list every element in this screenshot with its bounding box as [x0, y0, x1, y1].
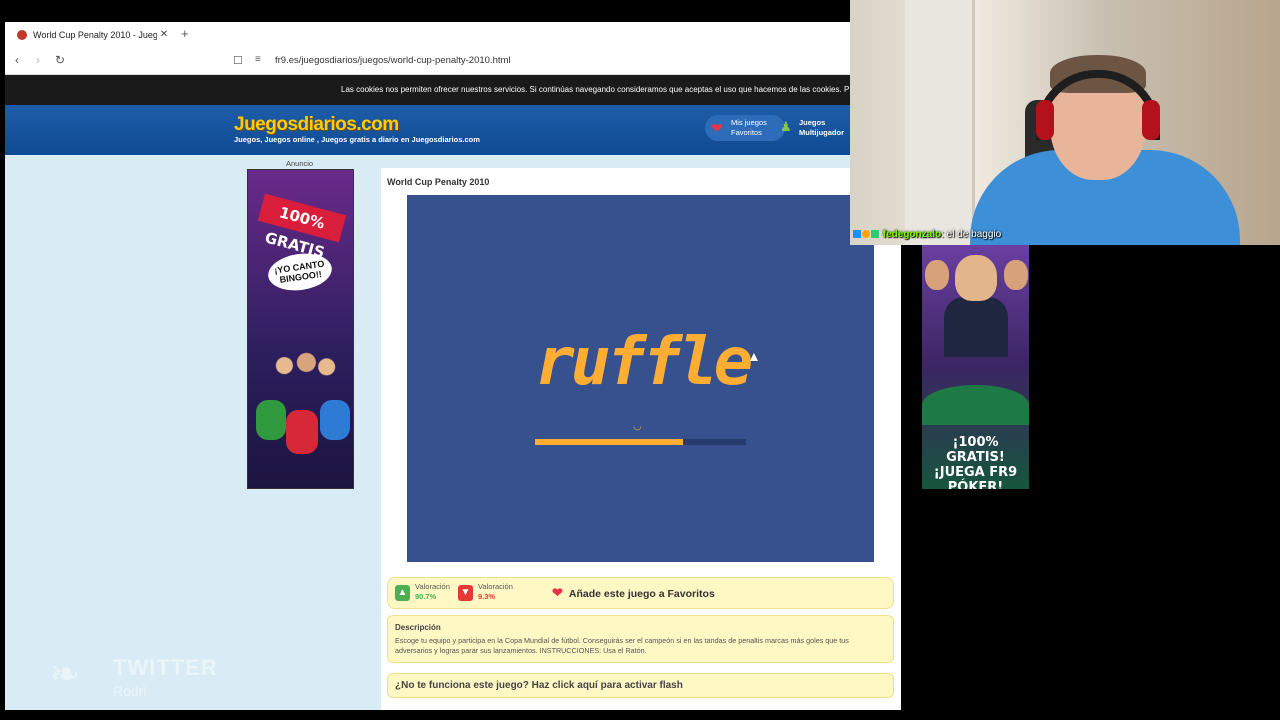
game-panel: World Cup Penalty 2010 ruffle ◡ ▲ ▲ Valo…	[381, 168, 901, 710]
ad-cta-text: ¡100% GRATIS! ¡JUEGA FR9 PÓKER!	[933, 435, 1018, 489]
headset-cup-right	[1142, 100, 1160, 140]
chat-text: : el de baggio	[941, 229, 1002, 240]
chevron-right-icon[interactable]: ›	[36, 53, 40, 67]
rating-negative-label: Valoración	[478, 582, 513, 591]
twitter-watermark-text: TWITTER	[113, 655, 218, 680]
ad-scooter-red	[286, 410, 318, 454]
twitter-bird-icon: ❧	[50, 653, 81, 694]
site-settings-icon[interactable]: ≡	[255, 54, 261, 65]
chat-message: fedegonzalo: el de baggio	[853, 229, 1001, 240]
web-page: Las cookies nos permiten ofrecer nuestro…	[5, 75, 901, 710]
users-icon: ♟	[780, 119, 792, 134]
badge-icon	[853, 230, 861, 239]
favorites-link-label: Mis juegos Favoritos	[731, 118, 767, 137]
rating-negative-value: 9.3%	[478, 592, 496, 601]
site-logo[interactable]: Juegosdiarios.com	[234, 114, 399, 136]
loading-spinner-icon: ◡	[633, 421, 642, 432]
twitter-watermark-handle: Rodri	[113, 683, 147, 699]
rating-positive-value: 90.7%	[415, 592, 437, 601]
game-title: World Cup Penalty 2010	[387, 177, 490, 187]
load-progress-fill	[535, 439, 683, 445]
site-header: Juegosdiarios.com Juegos, Juegos online …	[5, 105, 901, 155]
chat-username: fedegonzalo	[882, 229, 942, 240]
webcam-shelf	[905, 0, 975, 245]
ruffle-player[interactable]: ruffle ◡ ▲	[407, 195, 874, 562]
tab-title: World Cup Penalty 2010 - Juega	[33, 29, 157, 40]
chat-badges	[853, 229, 880, 240]
description-box: Descripción Escoge tu equipo y participa…	[387, 615, 894, 663]
badge-icon	[871, 230, 879, 239]
description-text: Escoge tu equipo y participa en la Copa …	[395, 636, 849, 655]
address-bar[interactable]: fr9.es/juegosdiarios/juegos/world-cup-pe…	[275, 55, 511, 66]
add-to-favorites-label: Añade este juego a Favoritos	[568, 588, 715, 600]
favorites-link[interactable]: ❤ Mis juegos Favoritos	[705, 115, 785, 141]
cookie-notice: Las cookies nos permiten ofrecer nuestro…	[5, 75, 901, 105]
rating-negative: Valoración 9.3%	[478, 582, 513, 602]
bookmark-icon[interactable]: ☐	[233, 54, 243, 67]
load-progress-bar	[535, 439, 746, 445]
ad-ribbon: 100% GRATIS	[257, 193, 347, 262]
poker-ad-banner[interactable]: ¡100% GRATIS! ¡JUEGA FR9 PÓKER!	[922, 245, 1029, 489]
ad-figure-body	[944, 297, 1008, 357]
ad-scooter-green	[256, 400, 286, 440]
headset-cup-left	[1036, 100, 1054, 140]
ad-scooter-blue	[320, 400, 350, 440]
thumbs-down-icon[interactable]: ▼	[458, 585, 473, 601]
reload-icon[interactable]: ↻	[55, 53, 65, 67]
badge-icon	[862, 230, 870, 239]
chevron-left-icon[interactable]: ‹	[15, 53, 19, 67]
browser-toolbar: ‹ › ↻ ☐ ≡ fr9.es/juegosdiarios/juegos/wo…	[5, 47, 850, 75]
description-title: Descripción	[395, 623, 441, 632]
webcam-overlay	[850, 0, 1280, 245]
thumbs-up-icon[interactable]: ▲	[395, 585, 410, 601]
browser-window: World Cup Penalty 2010 - Juega ✕ + ‹ › ↻…	[0, 0, 901, 720]
mouse-cursor-icon: ▲	[747, 348, 761, 364]
close-tab-icon[interactable]: ✕	[157, 29, 171, 40]
site-favicon-icon	[17, 29, 27, 40]
bingo-ad-banner[interactable]: 100% GRATIS ¡YO CANTO BINGOO!!	[247, 169, 354, 489]
ad-figure-center	[955, 255, 997, 301]
ad-label: Anuncio	[286, 159, 314, 168]
ad-illustration	[258, 340, 346, 404]
rating-positive-label: Valoración	[415, 582, 450, 591]
ad-poker-table	[922, 385, 1029, 425]
activate-flash-link[interactable]: ¿No te funciona este juego? Haz click aq…	[387, 673, 894, 698]
ad-figure-left	[925, 260, 949, 290]
add-to-favorites-button[interactable]: ❤ Añade este juego a Favoritos	[552, 585, 715, 601]
heart-icon: ❤	[552, 585, 563, 600]
heart-icon: ❤	[711, 120, 723, 136]
site-tagline: Juegos, Juegos online , Juegos gratis a …	[234, 135, 480, 144]
new-tab-button[interactable]: +	[181, 26, 189, 41]
tab-bar: World Cup Penalty 2010 - Juega ✕ +	[5, 22, 850, 47]
rating-positive: Valoración 90.7%	[415, 582, 450, 602]
ruffle-logo: ruffle	[535, 323, 753, 400]
browser-tab[interactable]: World Cup Penalty 2010 - Juega ✕	[11, 24, 171, 45]
ad-figure-right	[1004, 260, 1028, 290]
rating-bar: ▲ Valoración 90.7% ▼ Valoración 9.3% ❤ Añ…	[387, 577, 894, 609]
ad-speech-bubble: ¡YO CANTO BINGOO!!	[265, 249, 335, 295]
